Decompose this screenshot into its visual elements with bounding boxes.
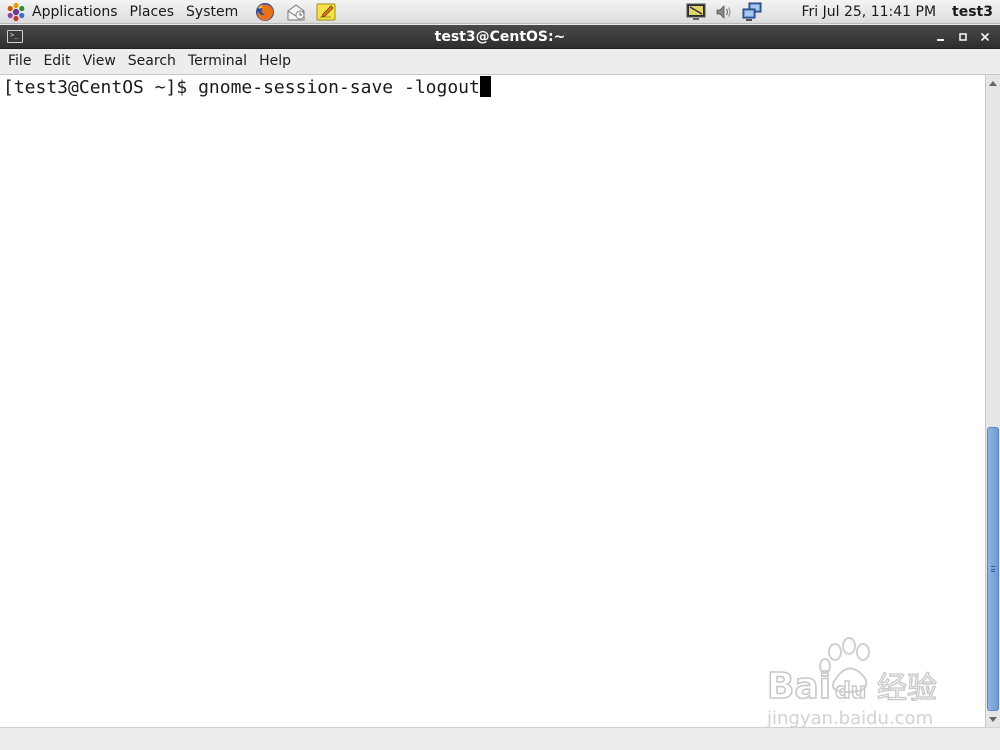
notes-launcher[interactable] (313, 0, 339, 24)
firefox-launcher[interactable] (252, 0, 278, 24)
monitor-icon (686, 3, 706, 20)
maximize-button[interactable] (952, 26, 974, 48)
close-icon (980, 32, 990, 42)
menu-view[interactable]: View (77, 49, 122, 73)
menu-terminal[interactable]: Terminal (182, 49, 253, 73)
terminal-window: >_ test3@CentOS:~ File Edit View Search … (0, 25, 1000, 750)
window-bottom-edge (0, 727, 1000, 750)
typed-command: gnome-session-save -logout (198, 77, 480, 98)
window-title: test3@CentOS:~ (434, 29, 566, 45)
menu-search[interactable]: Search (122, 49, 182, 73)
menu-help[interactable]: Help (253, 49, 297, 73)
grip-icon (991, 566, 995, 572)
panel-clock[interactable]: Fri Jul 25, 11:41 PM (766, 0, 953, 24)
network-tray-item[interactable] (738, 0, 766, 24)
volume-icon (716, 4, 731, 19)
minimize-icon (937, 39, 944, 41)
top-panel: Applications Places System Fri Jul 25, 1… (0, 0, 1000, 24)
menu-edit[interactable]: Edit (37, 49, 76, 73)
vertical-scrollbar[interactable] (985, 75, 1000, 728)
arrow-up-icon (989, 81, 997, 86)
close-button[interactable] (974, 26, 996, 48)
text-cursor (479, 76, 491, 97)
applications-menu[interactable]: Applications (0, 0, 124, 24)
mail-launcher[interactable] (283, 0, 309, 24)
window-controls (930, 25, 996, 49)
maximize-icon (959, 33, 967, 41)
monitor-tray-item[interactable] (682, 0, 710, 24)
system-menu-label: System (186, 3, 239, 20)
places-menu[interactable]: Places (124, 0, 181, 24)
terminal-line: [test3@CentOS ~]$ gnome-session-save -lo… (3, 76, 491, 100)
minimize-button[interactable] (930, 26, 952, 48)
volume-tray-item[interactable] (710, 0, 738, 24)
scrollbar-thumb[interactable] (987, 427, 999, 711)
applications-menu-label: Applications (32, 3, 118, 20)
network-icon (742, 2, 762, 21)
scroll-down-button[interactable] (986, 713, 1000, 727)
terminal-icon[interactable]: >_ (7, 30, 23, 43)
shell-prompt: [test3@CentOS ~]$ (3, 77, 199, 98)
user-name[interactable]: test3 (952, 0, 1000, 24)
system-menu[interactable]: System (180, 0, 244, 24)
terminal-menubar: File Edit View Search Terminal Help (0, 49, 1000, 73)
menu-file[interactable]: File (2, 49, 37, 73)
terminal-output[interactable]: [test3@CentOS ~]$ gnome-session-save -lo… (0, 74, 1000, 728)
window-titlebar[interactable]: >_ test3@CentOS:~ (0, 25, 1000, 49)
notes-icon (316, 3, 336, 20)
mail-icon (287, 3, 305, 20)
firefox-icon (256, 2, 275, 21)
places-menu-label: Places (129, 3, 175, 20)
scroll-up-button[interactable] (986, 76, 1000, 90)
arrow-down-icon (989, 717, 997, 722)
gnome-foot-icon (7, 2, 25, 21)
